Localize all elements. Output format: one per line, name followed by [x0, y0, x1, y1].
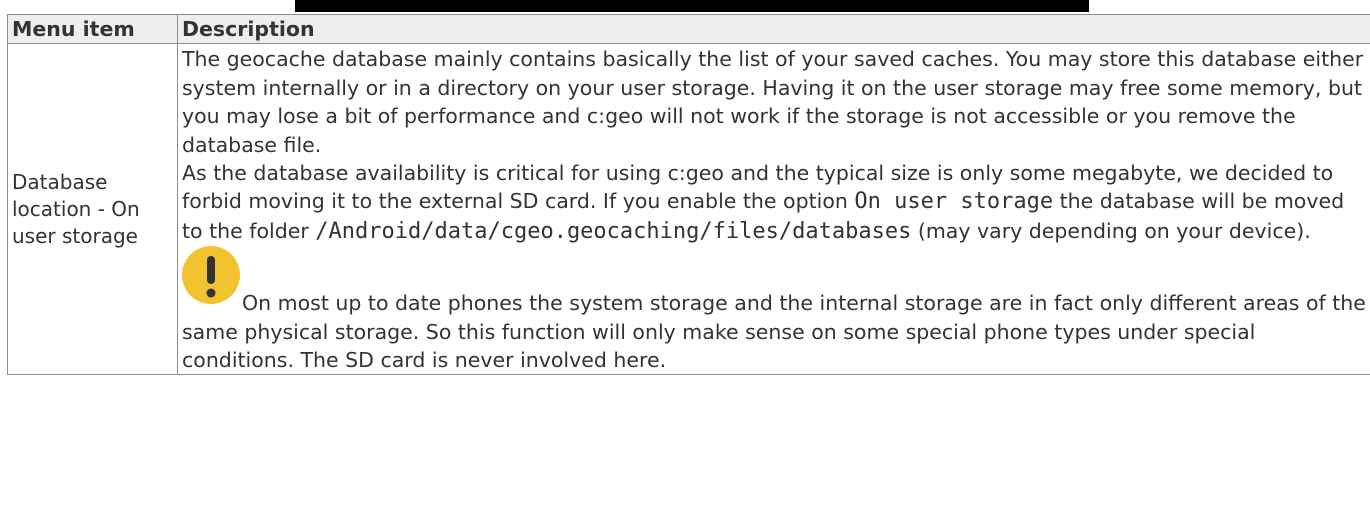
folder-path-code: /Android/data/cgeo.geocaching/files/data…: [315, 218, 912, 244]
note-paragraph: On most up to date phones the system sto…: [182, 246, 1367, 374]
description-paragraph-1: The geocache database mainly contains ba…: [182, 47, 1364, 157]
header-description: Description: [177, 13, 1370, 45]
header-menu-item: Menu item: [7, 13, 178, 45]
table-row: Database location - On user storage The …: [7, 43, 1370, 376]
menu-description-table: Menu item Description Database location …: [7, 13, 1370, 376]
paragraph-text: (may vary depending on your device).: [911, 218, 1311, 243]
exclamation-warning-icon: [182, 246, 240, 314]
description-cell: The geocache database mainly contains ba…: [177, 43, 1370, 376]
description-paragraph-2: As the database availability is critical…: [182, 159, 1367, 246]
option-name-code: On user storage: [854, 189, 1054, 215]
note-text: On most up to date phones the system sto…: [182, 291, 1366, 373]
table-header-row: Menu item Description: [7, 13, 1370, 45]
menu-item-cell: Database location - On user storage: [7, 43, 178, 376]
top-image-edge: [295, 0, 1089, 12]
